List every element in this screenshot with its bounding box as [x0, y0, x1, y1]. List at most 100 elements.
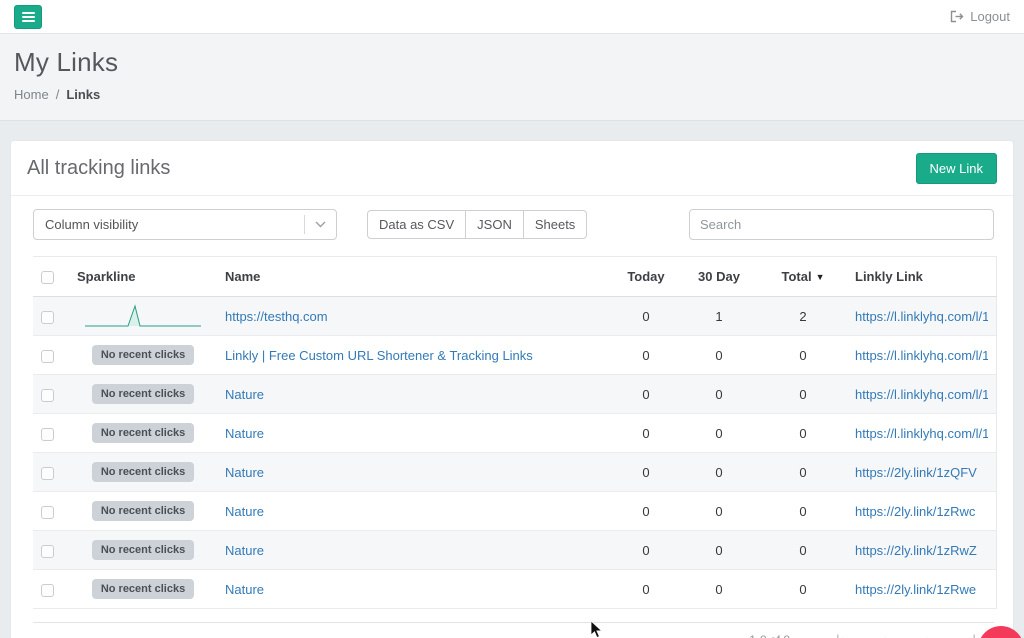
- row-checkbox[interactable]: [41, 506, 54, 519]
- clicks-30day: 1: [679, 297, 759, 336]
- clicks-30day: 0: [679, 453, 759, 492]
- no-recent-clicks-badge: No recent clicks: [92, 501, 194, 521]
- clicks-today: 0: [613, 570, 679, 609]
- no-recent-clicks-badge: No recent clicks: [92, 384, 194, 404]
- header-name[interactable]: Name: [217, 257, 613, 297]
- table-header-row: Sparkline Name Today 30 Day Total▼ Linkl…: [33, 257, 996, 297]
- tracking-links-panel: All tracking links New Link Column visib…: [10, 140, 1014, 638]
- new-link-button[interactable]: New Link: [916, 153, 997, 184]
- prev-page-button[interactable]: ‹: [862, 632, 906, 638]
- page-title: My Links: [14, 47, 1010, 78]
- next-page-button[interactable]: ›: [906, 632, 950, 638]
- table-row: No recent clicks Nature 0 0 0 https://2l…: [33, 453, 996, 492]
- breadcrumb-separator: /: [56, 87, 60, 102]
- link-name[interactable]: Nature: [225, 582, 264, 597]
- menu-toggle-button[interactable]: [14, 5, 42, 29]
- topbar: Logout: [0, 0, 1024, 34]
- row-checkbox[interactable]: [41, 584, 54, 597]
- no-recent-clicks-badge: No recent clicks: [92, 423, 194, 443]
- clicks-today: 0: [613, 531, 679, 570]
- clicks-total: 0: [759, 453, 847, 492]
- logout-label: Logout: [970, 9, 1010, 24]
- pagination-range: 1-8 of 8: [749, 633, 790, 638]
- header-linkly-link[interactable]: Linkly Link: [847, 257, 996, 297]
- hamburger-icon: [22, 12, 35, 14]
- clicks-total: 0: [759, 336, 847, 375]
- header-30day[interactable]: 30 Day: [679, 257, 759, 297]
- header-total[interactable]: Total▼: [759, 257, 847, 297]
- table-row: No recent clicks Nature 0 0 0 https://2l…: [33, 531, 996, 570]
- select-all-checkbox[interactable]: [41, 271, 54, 284]
- clicks-30day: 0: [679, 531, 759, 570]
- row-checkbox[interactable]: [41, 311, 54, 324]
- linkly-short-link[interactable]: https://2ly.link/1zRwc: [855, 504, 988, 519]
- clicks-30day: 0: [679, 570, 759, 609]
- clicks-total: 0: [759, 492, 847, 531]
- clicks-30day: 0: [679, 492, 759, 531]
- search-input[interactable]: [689, 209, 994, 240]
- breadcrumb-current: Links: [66, 87, 100, 102]
- linkly-short-link[interactable]: https://l.linklyhq.com/l/1u3jW: [855, 348, 988, 363]
- sort-desc-icon: ▼: [816, 272, 825, 282]
- linkly-short-link[interactable]: https://2ly.link/1zQFV: [855, 465, 988, 480]
- clicks-today: 0: [613, 375, 679, 414]
- linkly-short-link[interactable]: https://l.linklyhq.com/l/1vbu: [855, 426, 988, 441]
- link-name[interactable]: Nature: [225, 387, 264, 402]
- clicks-30day: 0: [679, 375, 759, 414]
- table-footer-divider: [33, 622, 994, 623]
- header-today[interactable]: Today: [613, 257, 679, 297]
- header-sparkline[interactable]: Sparkline: [69, 257, 217, 297]
- chevron-down-icon: [304, 215, 336, 234]
- column-visibility-label: Column visibility: [34, 217, 304, 232]
- export-button-group: Data as CSV JSON Sheets: [367, 210, 587, 239]
- clicks-total: 0: [759, 531, 847, 570]
- breadcrumb: Home / Links: [14, 87, 1010, 102]
- no-recent-clicks-badge: No recent clicks: [92, 540, 194, 560]
- panel-title: All tracking links: [27, 157, 170, 179]
- row-checkbox[interactable]: [41, 467, 54, 480]
- clicks-total: 0: [759, 414, 847, 453]
- breadcrumb-home[interactable]: Home: [14, 87, 49, 102]
- row-checkbox[interactable]: [41, 350, 54, 363]
- table-row: No recent clicks Linkly | Free Custom UR…: [33, 336, 996, 375]
- row-checkbox[interactable]: [41, 428, 54, 441]
- first-page-button[interactable]: |‹: [818, 632, 862, 638]
- logout-icon: [950, 10, 964, 23]
- clicks-total: 0: [759, 375, 847, 414]
- logout-button[interactable]: Logout: [950, 9, 1010, 24]
- export-csv-button[interactable]: Data as CSV: [367, 210, 466, 239]
- clicks-30day: 0: [679, 336, 759, 375]
- row-checkbox[interactable]: [41, 389, 54, 402]
- pagination: 1-8 of 8 |‹ ‹ › ›|: [33, 632, 994, 638]
- mouse-cursor: [590, 620, 606, 638]
- linkly-short-link[interactable]: https://2ly.link/1zRwe: [855, 582, 988, 597]
- no-recent-clicks-badge: No recent clicks: [92, 462, 194, 482]
- links-table: Sparkline Name Today 30 Day Total▼ Linkl…: [33, 256, 997, 609]
- table-row: No recent clicks Nature 0 0 0 https://l.…: [33, 414, 996, 453]
- linkly-short-link[interactable]: https://l.linklyhq.com/l/1vZv: [855, 309, 988, 324]
- table-row: No recent clicks Nature 0 0 0 https://l.…: [33, 375, 996, 414]
- link-name[interactable]: Nature: [225, 543, 264, 558]
- linkly-short-link[interactable]: https://l.linklyhq.com/l/1vYA: [855, 387, 988, 402]
- link-name[interactable]: Linkly | Free Custom URL Shortener & Tra…: [225, 348, 533, 363]
- no-recent-clicks-badge: No recent clicks: [92, 579, 194, 599]
- row-checkbox[interactable]: [41, 545, 54, 558]
- clicks-total: 0: [759, 570, 847, 609]
- table-row: No recent clicks Nature 0 0 0 https://2l…: [33, 570, 996, 609]
- clicks-today: 0: [613, 297, 679, 336]
- clicks-today: 0: [613, 336, 679, 375]
- link-name[interactable]: Nature: [225, 426, 264, 441]
- export-json-button[interactable]: JSON: [465, 210, 524, 239]
- linkly-short-link[interactable]: https://2ly.link/1zRwZ: [855, 543, 988, 558]
- clicks-today: 0: [613, 453, 679, 492]
- export-sheets-button[interactable]: Sheets: [523, 210, 587, 239]
- page-heading: My Links Home / Links: [0, 34, 1024, 121]
- column-visibility-select[interactable]: Column visibility: [33, 209, 337, 240]
- panel-header: All tracking links New Link: [11, 141, 1013, 196]
- clicks-30day: 0: [679, 414, 759, 453]
- link-name[interactable]: https://testhq.com: [225, 309, 328, 324]
- clicks-today: 0: [613, 492, 679, 531]
- link-name[interactable]: Nature: [225, 504, 264, 519]
- link-name[interactable]: Nature: [225, 465, 264, 480]
- table-row: No recent clicks Nature 0 0 0 https://2l…: [33, 492, 996, 531]
